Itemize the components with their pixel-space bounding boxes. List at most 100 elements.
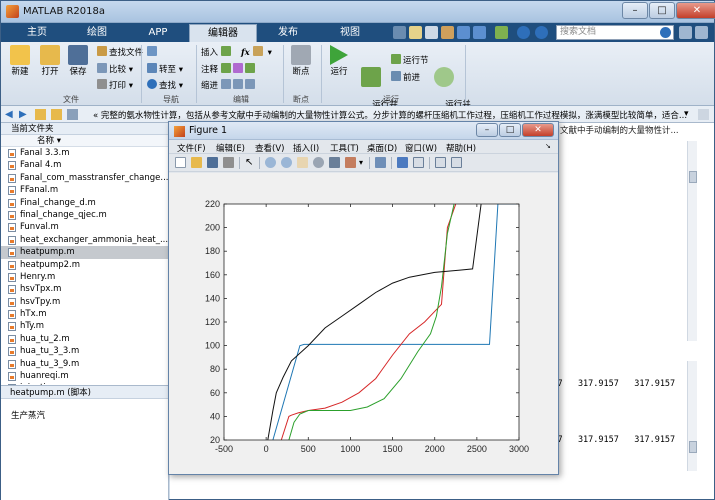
advance-button[interactable]: 前进: [391, 71, 420, 83]
copy-icon[interactable]: [425, 26, 438, 39]
fx-button[interactable]: fx ▾: [241, 46, 272, 58]
tab-editor[interactable]: 编辑器: [189, 24, 257, 42]
menu-help[interactable]: 帮助(H): [446, 142, 476, 154]
save-figure-icon[interactable]: [207, 157, 218, 168]
new-button[interactable]: 新建: [5, 45, 35, 78]
maximize-button[interactable]: □: [649, 2, 675, 19]
help-dropdown-icon[interactable]: [535, 26, 548, 39]
zoom-in-icon[interactable]: [265, 157, 276, 168]
hide-plot-tools-icon[interactable]: [435, 157, 446, 168]
figure-maximize-button[interactable]: □: [499, 123, 521, 137]
file-list-item[interactable]: heat_exchanger_ammonia_heat_...: [1, 234, 168, 246]
compare-button[interactable]: 比较 ▾: [97, 63, 133, 75]
file-list-item[interactable]: hTy.m: [1, 320, 168, 332]
file-list-item[interactable]: Final_change_d.m: [1, 197, 168, 209]
back-arrow-icon[interactable]: ◀: [5, 109, 16, 120]
file-list-item[interactable]: Funval.m: [1, 221, 168, 233]
new-icon: [10, 45, 30, 65]
redo-icon[interactable]: [473, 26, 486, 39]
print-figure-icon[interactable]: [223, 157, 234, 168]
editor-tab-title[interactable]: 文献中手动编制的大量物性计...: [560, 123, 714, 139]
file-list-item[interactable]: Fanal 3.3.m: [1, 147, 168, 159]
file-list-item[interactable]: hua_tu_3_9.m: [1, 358, 168, 370]
file-list-item[interactable]: hsvTpx.m: [1, 283, 168, 295]
help-icon[interactable]: [517, 26, 530, 39]
dock-arrow-icon[interactable]: ↘: [545, 142, 551, 150]
file-list-item[interactable]: hTx.m: [1, 308, 168, 320]
figure-minimize-button[interactable]: –: [476, 123, 498, 137]
save-button[interactable]: 保存: [63, 45, 93, 78]
file-list-item[interactable]: Fanal_com_masstransfer_change...: [1, 172, 168, 184]
ribbon-collapse-icon[interactable]: [679, 26, 692, 39]
print-button[interactable]: 打印 ▾: [97, 79, 133, 91]
column-header-name[interactable]: 名称 ▾: [1, 135, 168, 147]
tab-plots[interactable]: 绘图: [67, 24, 127, 42]
search-icon[interactable]: [660, 27, 671, 38]
minimize-button[interactable]: –: [622, 2, 648, 19]
show-plot-tools-icon[interactable]: [451, 157, 462, 168]
tab-home[interactable]: 主页: [7, 24, 67, 42]
open-button[interactable]: 打开: [35, 45, 65, 78]
file-list-item[interactable]: Henry.m: [1, 271, 168, 283]
tab-view[interactable]: 视图: [319, 24, 381, 42]
file-list-item[interactable]: hua_tu_3_3.m: [1, 345, 168, 357]
zoom-out-icon[interactable]: [281, 157, 292, 168]
find-files-button[interactable]: 查找文件: [97, 46, 143, 58]
link-plot-icon[interactable]: [375, 157, 386, 168]
menu-desktop[interactable]: 桌面(D): [367, 142, 397, 154]
nav-back-button[interactable]: [147, 46, 159, 58]
insert-colorbar-icon[interactable]: [397, 157, 408, 168]
close-button[interactable]: ✕: [676, 2, 715, 19]
data-cursor-icon[interactable]: [329, 157, 340, 168]
menu-window[interactable]: 窗口(W): [405, 142, 437, 154]
goto-button[interactable]: 转至 ▾: [147, 63, 183, 75]
file-list-item[interactable]: heatpump.m: [1, 246, 168, 259]
browse-folder-icon[interactable]: [51, 109, 62, 120]
search-input[interactable]: 搜索文档: [556, 25, 674, 40]
current-folder-path[interactable]: « 完整的氨水物性计算，包括从参考文献中手动编制的大量物性计算公式。分步计算的螺…: [93, 109, 687, 121]
file-list-item[interactable]: final_change_qjec.m: [1, 209, 168, 221]
pan-icon[interactable]: [297, 157, 308, 168]
brush-icon[interactable]: [345, 157, 356, 168]
up-folder-icon[interactable]: [35, 109, 46, 120]
menu-file[interactable]: 文件(F): [177, 142, 206, 154]
run-button[interactable]: 运行: [324, 45, 354, 78]
path-search-icon[interactable]: [698, 109, 709, 120]
file-list-item[interactable]: hua_tu_2.m: [1, 333, 168, 345]
menu-edit[interactable]: 编辑(E): [216, 142, 245, 154]
insert-legend-icon[interactable]: [413, 157, 424, 168]
file-list-item[interactable]: huanreqi.m: [1, 370, 168, 382]
cut-icon[interactable]: [409, 26, 422, 39]
insert-button[interactable]: 插入: [201, 46, 233, 58]
menu-view[interactable]: 查看(V): [255, 142, 284, 154]
editor-scrollbar[interactable]: [687, 141, 697, 341]
switch-windows-icon[interactable]: [495, 26, 508, 39]
figure-close-button[interactable]: ✕: [522, 123, 554, 137]
file-list-item[interactable]: heatpump2.m: [1, 259, 168, 271]
file-list-item[interactable]: hsvTpy.m: [1, 296, 168, 308]
path-dropdown-icon[interactable]: ▾: [684, 109, 695, 120]
file-list-item[interactable]: FFanal.m: [1, 184, 168, 196]
menu-tools[interactable]: 工具(T): [330, 142, 359, 154]
command-scrollbar[interactable]: [687, 361, 697, 471]
edit-plot-icon[interactable]: ↖: [245, 157, 256, 168]
open-file-icon[interactable]: [191, 157, 202, 168]
paste-icon[interactable]: [441, 26, 454, 39]
tab-publish[interactable]: 发布: [257, 24, 319, 42]
rotate-3d-icon[interactable]: [313, 157, 324, 168]
layout-icon[interactable]: [695, 26, 708, 39]
breakpoints-button[interactable]: 断点: [286, 45, 316, 78]
scrollbar-thumb[interactable]: [689, 441, 697, 453]
new-figure-icon[interactable]: [175, 157, 186, 168]
tab-apps[interactable]: APP: [127, 24, 189, 42]
file-list-item[interactable]: Fanal 4.m: [1, 159, 168, 171]
run-section-button[interactable]: 运行节: [391, 54, 429, 66]
undo-icon[interactable]: [457, 26, 470, 39]
comment-button[interactable]: 注释: [201, 63, 257, 75]
save-quick-icon[interactable]: [393, 26, 406, 39]
indent-button[interactable]: 缩进: [201, 79, 257, 91]
find-button[interactable]: 查找 ▾: [147, 79, 183, 91]
forward-arrow-icon[interactable]: ▶: [19, 109, 30, 120]
menu-insert[interactable]: 插入(I): [293, 142, 319, 154]
scrollbar-thumb[interactable]: [689, 171, 697, 183]
